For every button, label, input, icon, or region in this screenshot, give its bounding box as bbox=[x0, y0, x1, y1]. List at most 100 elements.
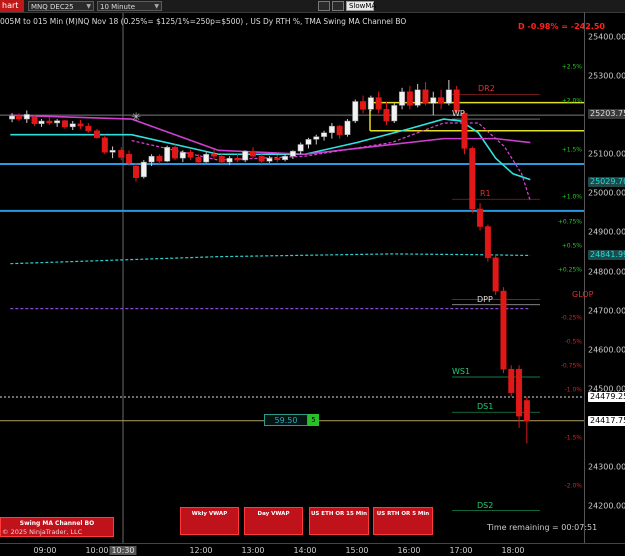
time-tick-label: 09:00 bbox=[33, 546, 57, 555]
candle-body bbox=[399, 91, 406, 106]
candle-body bbox=[77, 123, 84, 127]
pivot-level-label: DS2 bbox=[477, 500, 494, 510]
candle-body bbox=[226, 157, 233, 163]
price-tick-label: 24200.00 bbox=[588, 501, 625, 511]
order-quantity[interactable]: 59.50 bbox=[264, 414, 308, 426]
price-tag: 25029.70 bbox=[588, 176, 625, 187]
candle-body bbox=[156, 155, 163, 162]
price-tick-label: 24900.00 bbox=[588, 227, 625, 237]
candle-body bbox=[328, 125, 335, 134]
pivot-level-label: DPP bbox=[477, 294, 493, 304]
time-tick-label: 13:00 bbox=[241, 546, 265, 555]
candle-body bbox=[282, 155, 289, 160]
candle-body bbox=[305, 139, 312, 145]
price-tick-label: 25300.00 bbox=[588, 71, 625, 81]
candle-body bbox=[500, 290, 507, 370]
us-eth-or-button[interactable]: US ETH OR 15 Min bbox=[309, 507, 369, 535]
candle-body bbox=[445, 89, 452, 104]
candle-body bbox=[508, 368, 515, 393]
candle-body bbox=[453, 89, 460, 112]
candle-body bbox=[140, 161, 147, 178]
candle-body bbox=[313, 136, 320, 140]
quantity-marker[interactable]: 5 bbox=[308, 414, 319, 426]
candle-body bbox=[321, 132, 328, 137]
candle-body bbox=[274, 157, 281, 160]
candle-body bbox=[477, 208, 484, 227]
candle-body bbox=[352, 101, 359, 122]
time-axis[interactable]: 09:00 10:00 10:30 12:00 13:00 14:00 15:00 16:00… bbox=[0, 543, 625, 556]
candle-body bbox=[406, 91, 413, 106]
percent-level-label: -0.25% bbox=[560, 314, 582, 322]
candle-body bbox=[54, 120, 61, 124]
candle-body bbox=[391, 105, 398, 122]
candle-body bbox=[266, 157, 273, 162]
candle-body bbox=[430, 97, 437, 104]
pivot-level-label: WP bbox=[452, 109, 465, 119]
candle-body bbox=[118, 150, 125, 158]
time-tick-label: 18:00 bbox=[501, 546, 525, 555]
candle-body bbox=[101, 137, 108, 153]
candle-body bbox=[492, 257, 499, 292]
price-tag: 24417.75 bbox=[588, 415, 625, 426]
price-chart[interactable]: ✳ bbox=[0, 0, 625, 555]
candle-body bbox=[258, 155, 265, 162]
time-tick-label: 14:00 bbox=[293, 546, 317, 555]
candle-body bbox=[297, 144, 304, 152]
pivot-level-label: DS1 bbox=[477, 402, 494, 412]
time-tick-label: 17:00 bbox=[449, 546, 473, 555]
crosshair-time-label: 10:30 bbox=[109, 546, 137, 555]
time-tick-label: 16:00 bbox=[397, 546, 421, 555]
candle-body bbox=[23, 114, 30, 120]
pivot-level-label: GLOP bbox=[572, 289, 594, 299]
pivot-level-label: WS1 bbox=[452, 367, 471, 377]
percent-level-label: +0.75% bbox=[557, 218, 582, 226]
candle-body bbox=[187, 152, 194, 158]
candle-body bbox=[250, 150, 256, 157]
candle-body bbox=[383, 109, 390, 122]
candle-body bbox=[203, 154, 210, 163]
candle-body bbox=[289, 150, 296, 157]
candle-body bbox=[61, 120, 68, 128]
percent-level-label: -1.0% bbox=[564, 386, 582, 394]
pivot-level-label: DR2 bbox=[478, 84, 495, 94]
candle-body bbox=[414, 89, 421, 106]
candle-body bbox=[375, 97, 382, 110]
price-tick-label: 24800.00 bbox=[588, 267, 625, 276]
candle-body bbox=[422, 89, 429, 104]
candle-body bbox=[242, 150, 249, 161]
price-axis[interactable]: 25400.00 25300.00 25100.00 25000.00 24900.00… bbox=[584, 12, 625, 543]
price-tick-label: 25400.00 bbox=[588, 32, 625, 42]
candle-body bbox=[126, 154, 133, 164]
candle-body bbox=[133, 165, 139, 178]
candle-body bbox=[218, 155, 225, 163]
price-tick-label: 24700.00 bbox=[588, 306, 625, 316]
candle-body bbox=[46, 120, 53, 124]
percent-level-label: +2.5% bbox=[561, 63, 582, 71]
wkly-vwap-button[interactable]: Wkly VWAP bbox=[180, 507, 239, 535]
candle-body bbox=[148, 155, 155, 163]
time-tick-label: 15:00 bbox=[345, 546, 369, 555]
candle-body bbox=[234, 157, 241, 161]
candle-body bbox=[195, 157, 202, 163]
candle-body bbox=[211, 154, 217, 157]
price-tick-label: 24300.00 bbox=[588, 462, 625, 472]
percent-level-label: +2.0% bbox=[561, 97, 582, 105]
us-rth-or-button[interactable]: US RTH OR 5 Min bbox=[373, 507, 433, 535]
candle-body bbox=[109, 150, 116, 153]
candle-body bbox=[38, 120, 45, 125]
candle-body bbox=[9, 115, 16, 120]
day-vwap-button[interactable]: Day VWAP bbox=[244, 507, 303, 535]
price-tag: 25203.75 bbox=[588, 108, 625, 119]
candle-body bbox=[69, 123, 76, 128]
percent-level-label: +0.25% bbox=[557, 266, 582, 274]
copyright-text: © 2025 NinjaTrader, LLC bbox=[2, 528, 83, 536]
price-tick-label: 24600.00 bbox=[588, 345, 625, 355]
crosshair-cursor-icon: ✳ bbox=[131, 110, 141, 124]
time-remaining: Time remaining = 00:07:51 bbox=[487, 523, 598, 532]
candle-body bbox=[484, 226, 491, 259]
percent-level-label: +1.0% bbox=[561, 193, 582, 201]
candle-body bbox=[16, 115, 22, 120]
percent-level-label: +1.5% bbox=[561, 146, 582, 154]
percent-level-label: -1.5% bbox=[564, 434, 582, 442]
percent-level-label: -2.0% bbox=[564, 482, 582, 490]
